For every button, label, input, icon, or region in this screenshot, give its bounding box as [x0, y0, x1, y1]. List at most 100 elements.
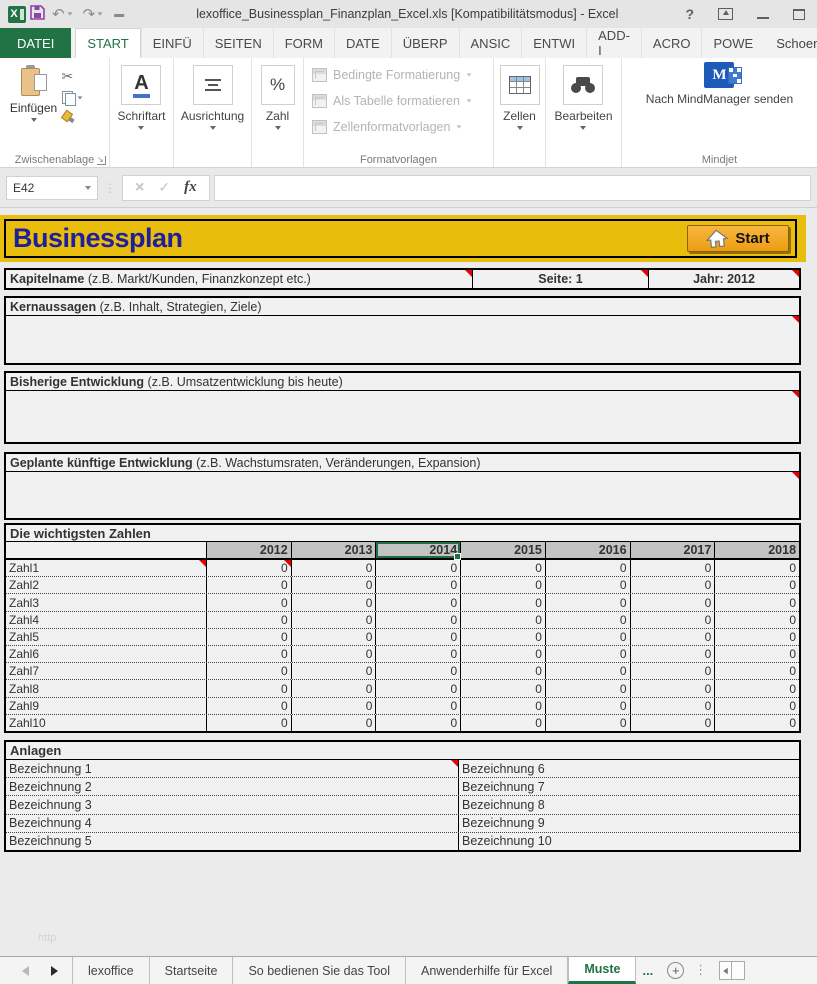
- value-cell[interactable]: 0: [375, 698, 460, 714]
- cells-button[interactable]: Zellen: [500, 62, 540, 151]
- value-cell[interactable]: 0: [291, 577, 376, 593]
- value-cell[interactable]: 0: [291, 594, 376, 610]
- tab-einfü[interactable]: EINFÜ: [141, 28, 203, 58]
- tab-ansic[interactable]: ANSIC: [459, 28, 522, 58]
- value-cell[interactable]: 0: [630, 612, 715, 628]
- value-cell[interactable]: 0: [375, 663, 460, 679]
- minimize-icon[interactable]: [757, 17, 769, 19]
- value-cell[interactable]: 0: [714, 577, 799, 593]
- row-label-cell[interactable]: Zahl7: [6, 663, 206, 679]
- dialog-launcher-icon[interactable]: ↘: [97, 156, 106, 165]
- next-sheet-icon[interactable]: [51, 966, 58, 976]
- number-button[interactable]: % Zahl: [261, 62, 295, 151]
- value-cell[interactable]: 0: [291, 698, 376, 714]
- value-cell[interactable]: 0: [714, 612, 799, 628]
- name-box[interactable]: E42: [6, 176, 98, 200]
- value-cell[interactable]: 0: [375, 646, 460, 662]
- year-header-2013[interactable]: 2013: [291, 542, 376, 558]
- value-cell[interactable]: 0: [714, 715, 799, 731]
- value-cell[interactable]: 0: [545, 612, 630, 628]
- value-cell[interactable]: 0: [545, 698, 630, 714]
- value-cell[interactable]: 0: [460, 715, 545, 731]
- scrollbar-thumb[interactable]: [732, 961, 745, 980]
- font-button[interactable]: A Schriftart: [117, 62, 165, 151]
- alignment-button[interactable]: Ausrichtung: [181, 62, 244, 151]
- value-cell[interactable]: 0: [460, 629, 545, 645]
- value-cell[interactable]: 0: [714, 560, 799, 576]
- insert-function-icon[interactable]: fx: [184, 179, 197, 196]
- value-cell[interactable]: 0: [291, 715, 376, 731]
- anlagen-cell-right[interactable]: Bezeichnung 6: [458, 760, 799, 777]
- value-cell[interactable]: 0: [630, 663, 715, 679]
- row-label-cell[interactable]: Zahl6: [6, 646, 206, 662]
- previous-sheet-icon[interactable]: [22, 966, 29, 976]
- formula-bar-grip[interactable]: ⋮: [102, 181, 118, 195]
- value-cell[interactable]: 0: [206, 577, 291, 593]
- value-cell[interactable]: 0: [375, 715, 460, 731]
- value-cell[interactable]: 0: [291, 629, 376, 645]
- value-cell[interactable]: 0: [206, 646, 291, 662]
- anlagen-cell-right[interactable]: Bezeichnung 7: [458, 778, 799, 795]
- redo-button[interactable]: ↷: [80, 7, 107, 22]
- value-cell[interactable]: 0: [460, 560, 545, 576]
- anlagen-cell-left[interactable]: Bezeichnung 5: [6, 833, 458, 850]
- value-cell[interactable]: 0: [630, 560, 715, 576]
- paste-button[interactable]: Einfügen: [6, 62, 62, 151]
- value-cell[interactable]: 0: [545, 646, 630, 662]
- value-cell[interactable]: 0: [630, 594, 715, 610]
- value-cell[interactable]: 0: [375, 680, 460, 696]
- value-cell[interactable]: 0: [460, 680, 545, 696]
- value-cell[interactable]: 0: [630, 629, 715, 645]
- value-cell[interactable]: 0: [206, 680, 291, 696]
- anlagen-cell-left[interactable]: Bezeichnung 4: [6, 815, 458, 832]
- year-header-2018[interactable]: 2018: [714, 542, 799, 558]
- year-header-2012[interactable]: 2012: [206, 542, 291, 558]
- value-cell[interactable]: 0: [630, 577, 715, 593]
- value-cell[interactable]: 0: [206, 715, 291, 731]
- undo-button[interactable]: ↶: [49, 7, 76, 22]
- anlagen-cell-right[interactable]: Bezeichnung 9: [458, 815, 799, 832]
- row-label-cell[interactable]: Zahl9: [6, 698, 206, 714]
- account-menu[interactable]: Schoenstei...: [764, 28, 817, 58]
- tab-add-i[interactable]: ADD-I: [586, 28, 641, 58]
- corner-cell[interactable]: [6, 542, 206, 558]
- customize-toolbar-icon[interactable]: ▬: [110, 9, 129, 20]
- value-cell[interactable]: 0: [460, 663, 545, 679]
- editing-button[interactable]: Bearbeiten: [554, 62, 612, 151]
- value-cell[interactable]: 0: [630, 715, 715, 731]
- style-menu-item[interactable]: Bedingte Formatierung: [312, 62, 472, 88]
- style-menu-item[interactable]: Als Tabelle formatieren: [312, 88, 472, 114]
- new-sheet-icon[interactable]: +: [667, 962, 684, 979]
- copy-button[interactable]: [62, 91, 83, 104]
- row-label-cell[interactable]: Zahl3: [6, 594, 206, 610]
- value-cell[interactable]: 0: [291, 663, 376, 679]
- tab-entwi[interactable]: ENTWI: [521, 28, 586, 58]
- tab-datei[interactable]: DATEI: [0, 28, 71, 58]
- value-cell[interactable]: 0: [545, 663, 630, 679]
- year-header-2017[interactable]: 2017: [630, 542, 715, 558]
- value-cell[interactable]: 0: [714, 663, 799, 679]
- value-cell[interactable]: 0: [545, 629, 630, 645]
- tab-powe[interactable]: POWE: [701, 28, 764, 58]
- sheet-tab-active[interactable]: Muste: [568, 957, 636, 984]
- sheet-tab[interactable]: So bedienen Sie das Tool: [232, 957, 405, 984]
- save-icon[interactable]: [30, 5, 45, 23]
- tab-überp[interactable]: ÜBERP: [391, 28, 459, 58]
- value-cell[interactable]: 0: [460, 698, 545, 714]
- row-label-cell[interactable]: Zahl5: [6, 629, 206, 645]
- seite-cell[interactable]: Seite: 1: [472, 270, 648, 288]
- year-header-2014[interactable]: 2014: [375, 542, 460, 558]
- row-label-cell[interactable]: Zahl2: [6, 577, 206, 593]
- value-cell[interactable]: 0: [460, 577, 545, 593]
- row-label-cell[interactable]: Zahl10: [6, 715, 206, 731]
- row-label-cell[interactable]: Zahl4: [6, 612, 206, 628]
- value-cell[interactable]: 0: [630, 698, 715, 714]
- value-cell[interactable]: 0: [206, 594, 291, 610]
- enter-icon[interactable]: ✓: [158, 181, 170, 195]
- jahr-cell[interactable]: Jahr: 2012: [648, 270, 799, 288]
- value-cell[interactable]: 0: [714, 594, 799, 610]
- value-cell[interactable]: 0: [545, 560, 630, 576]
- formula-input[interactable]: [214, 175, 811, 201]
- format-painter-button[interactable]: [62, 111, 75, 124]
- value-cell[interactable]: 0: [375, 629, 460, 645]
